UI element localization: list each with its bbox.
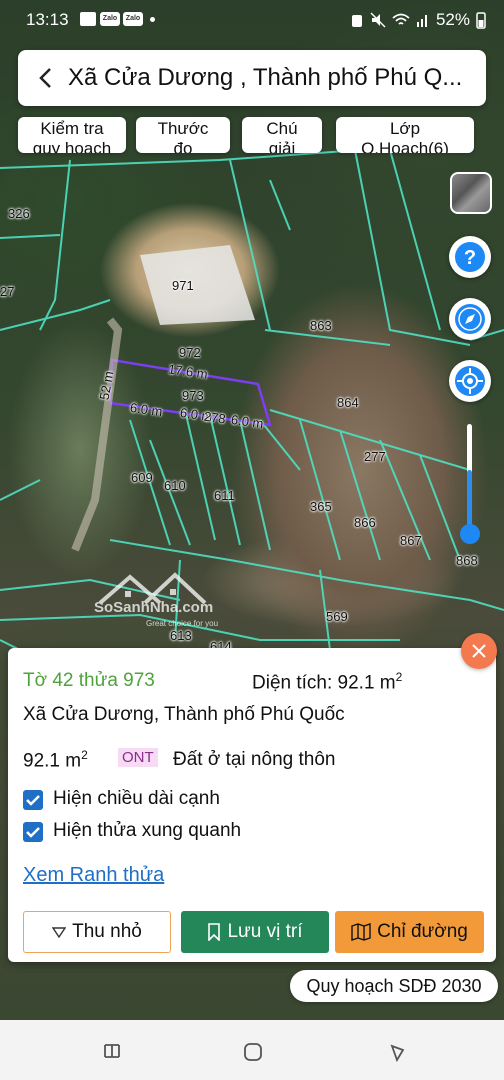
neighbors-checkbox[interactable] bbox=[23, 822, 43, 842]
land-type: Đất ở tại nông thôn bbox=[173, 749, 336, 770]
parcel-info-card: Tờ 42 thửa 973 Diện tích: 92.1 m2 Xã Cửa… bbox=[8, 648, 496, 962]
signal-icon bbox=[416, 15, 427, 27]
status-time: 13:13 bbox=[26, 10, 69, 29]
parcel-number: 609 bbox=[131, 470, 153, 485]
chip-label: quy hoạch bbox=[32, 139, 112, 153]
chip-label: Kiểm tra bbox=[40, 119, 104, 138]
parcel-number: 972 bbox=[179, 345, 201, 360]
parcel-number: 27 bbox=[0, 284, 15, 299]
chip-label: Thước bbox=[157, 119, 209, 138]
opacity-slider-knob[interactable] bbox=[460, 524, 480, 544]
chip-planning-layer[interactable]: Lớp Q.Hoạch(6) bbox=[336, 117, 474, 153]
zalo-icon: Zalo bbox=[123, 12, 143, 26]
parcel-address: Xã Cửa Dương, Thành phố Phú Quốc bbox=[23, 704, 345, 725]
recent-apps-icon[interactable] bbox=[102, 1042, 122, 1060]
land-code-badge: ONT bbox=[118, 748, 158, 767]
parcel-number: 569 bbox=[326, 609, 348, 624]
chip-label: Lớp bbox=[389, 119, 421, 138]
parcel-number: 365 bbox=[310, 499, 332, 514]
chip-label: đo bbox=[173, 139, 193, 153]
planning-year-badge[interactable]: Quy hoạch SDĐ 2030 bbox=[290, 970, 498, 1002]
chip-label: giải bbox=[268, 139, 296, 153]
svg-text:?: ? bbox=[464, 247, 476, 269]
my-location-button[interactable] bbox=[449, 360, 491, 402]
location-header[interactable]: Xã Cửa Dương , Thành phố Phú Q... bbox=[18, 50, 486, 106]
parcel-title: Tờ 42 thửa 973 bbox=[23, 670, 155, 691]
back-arrow-icon[interactable] bbox=[32, 64, 60, 92]
compass-button[interactable] bbox=[449, 298, 491, 340]
check-icon bbox=[26, 795, 40, 806]
battery-percent: 52% bbox=[435, 10, 470, 29]
edge-length-label: Hiện chiều dài cạnh bbox=[53, 788, 220, 809]
status-bar: 13:13 Zalo Zalo 52% bbox=[0, 0, 504, 40]
parcel-area: Diện tích: 92.1 m2 bbox=[252, 670, 403, 694]
parcel-number: 866 bbox=[354, 515, 376, 530]
chip-legend[interactable]: Chú giải bbox=[242, 117, 322, 153]
parcel-number: 973 bbox=[182, 388, 204, 403]
parcel-number: 864 bbox=[337, 395, 359, 410]
map-icon bbox=[351, 923, 371, 941]
location-title: Xã Cửa Dương , Thành phố Phú Q... bbox=[68, 64, 463, 91]
locate-icon bbox=[455, 366, 485, 396]
chip-label: Chú bbox=[266, 119, 298, 138]
parcel-number: 867 bbox=[400, 533, 422, 548]
edge-length-checkbox[interactable] bbox=[23, 790, 43, 810]
collapse-button[interactable]: Thu nhỏ bbox=[23, 911, 171, 953]
parcel-number: 610 bbox=[164, 478, 186, 493]
neighbors-label: Hiện thửa xung quanh bbox=[53, 820, 242, 841]
chip-check-planning[interactable]: Kiểm tra quy hoạch bbox=[18, 117, 126, 153]
bookmark-icon bbox=[208, 923, 221, 941]
watermark-tagline: Great choice for you bbox=[146, 619, 219, 628]
home-icon[interactable] bbox=[243, 1042, 263, 1062]
parcel-number: 611 bbox=[214, 488, 235, 503]
help-icon: ? bbox=[455, 242, 485, 272]
dot-icon bbox=[150, 17, 155, 22]
watermark-logo: SoSanhNha.com Great choice for you bbox=[90, 565, 230, 635]
directions-button[interactable]: Chỉ đường bbox=[335, 911, 484, 953]
view-boundary-link[interactable]: Xem Ranh thửa bbox=[23, 864, 164, 887]
alarm-icon bbox=[351, 15, 362, 27]
zalo-icon: Zalo bbox=[100, 12, 120, 26]
battery-icon bbox=[476, 12, 486, 29]
map-layer-button[interactable] bbox=[450, 172, 492, 214]
watermark-brand: SoSanhNha.com bbox=[94, 599, 214, 616]
help-button[interactable]: ? bbox=[449, 236, 491, 278]
parcel-size: 92.1 m2 bbox=[23, 748, 88, 772]
parcel-number: 971 bbox=[172, 278, 194, 293]
close-icon bbox=[472, 644, 486, 658]
chip-label: Q.Hoạch(6) bbox=[361, 139, 449, 153]
parcel-number: 326 bbox=[8, 206, 30, 221]
check-icon bbox=[26, 827, 40, 838]
mute-icon bbox=[370, 12, 386, 28]
gallery-icon bbox=[80, 12, 96, 26]
chip-ruler[interactable]: Thước đo bbox=[136, 117, 230, 153]
parcel-number: 868 bbox=[456, 553, 478, 568]
parcel-number: 277 bbox=[364, 449, 386, 464]
system-nav-bar bbox=[0, 1020, 504, 1080]
back-icon[interactable] bbox=[387, 1042, 407, 1062]
close-card-button[interactable] bbox=[461, 633, 497, 669]
compass-icon bbox=[455, 304, 485, 334]
edge-length-label: 278 bbox=[203, 408, 227, 427]
wifi-icon bbox=[392, 13, 410, 25]
parcel-number: 863 bbox=[310, 318, 332, 333]
save-location-button[interactable]: Lưu vị trí bbox=[181, 911, 329, 953]
triangle-down-icon bbox=[52, 927, 67, 938]
